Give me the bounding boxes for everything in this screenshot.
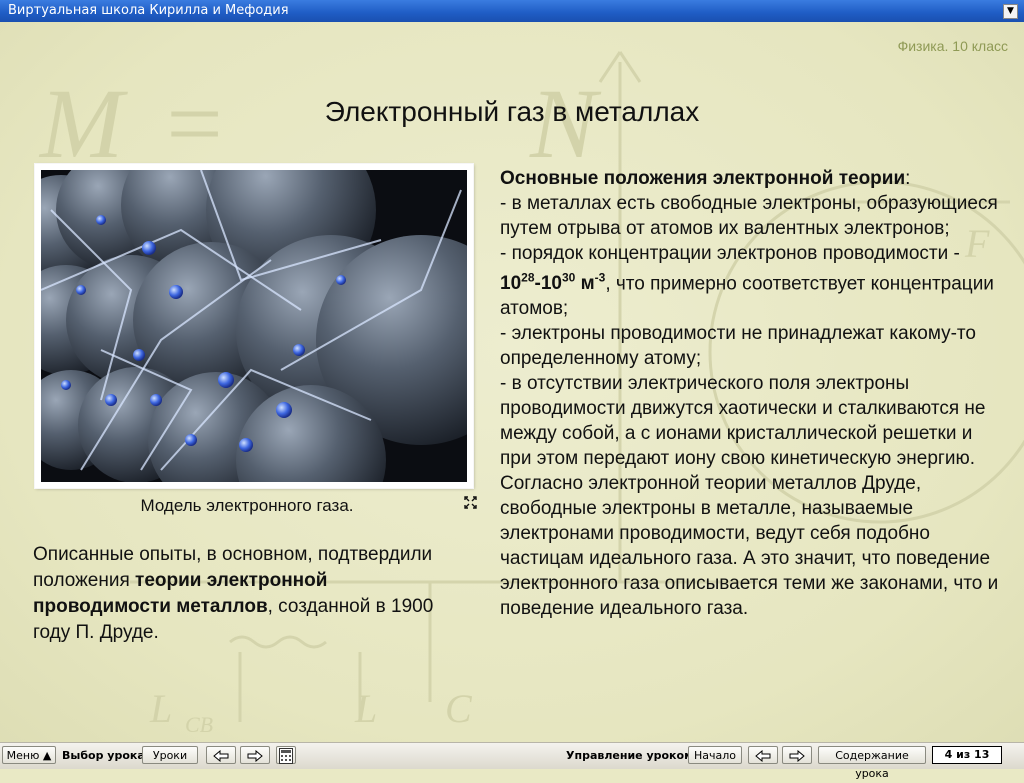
svg-text:CB: CB [185,712,213,737]
intro-paragraph: Описанные опыты, в основном, подтвердили… [33,542,453,646]
prev-page-button[interactable] [748,746,778,764]
electron-gas-illustration [35,164,473,488]
menu-button[interactable]: Меню ▲ [2,746,56,764]
image-caption: Модель электронного газа. [140,496,354,515]
calculator-icon [279,748,293,764]
arrow-right-icon [789,749,805,763]
svg-text:L: L [149,686,172,731]
expand-image-icon[interactable] [464,496,477,509]
prev-lesson-button[interactable] [206,746,236,764]
lesson-select-label: Выбор урока: [62,749,150,762]
lesson-content: M = N F L CB L C Физика. 10 класс Электр… [0,22,1024,742]
next-lesson-button[interactable] [240,746,270,764]
theory-heading-colon: : [905,168,911,189]
theory-heading: Основные положения электронной теории [500,168,906,189]
window-title-bar: Виртуальная школа Кирилла и Мефодия ▼ [0,0,1024,22]
concentration-value: 1028-1030 м-3 [500,271,606,295]
triangle-up-icon: ▲ [42,749,52,762]
menu-label: Меню [6,749,40,762]
lesson-control-label: Управление уроком: [566,749,698,762]
calculator-button[interactable] [276,746,296,764]
arrow-left-icon [213,749,229,763]
lessons-button[interactable]: Уроки [142,746,198,764]
theory-paragraph: Основные положения электронной теории: -… [500,166,1000,621]
window-title: Виртуальная школа Кирилла и Мефодия [8,3,289,18]
grade-label: Физика. 10 класс [897,38,1008,54]
arrow-right-icon [247,749,263,763]
theory-text-2: , что примерно соответствует концентраци… [500,273,999,620]
bottom-toolbar: Меню ▲ Выбор урока: Уроки Управление уро… [0,742,1024,780]
svg-text:C: C [445,686,473,731]
start-button[interactable]: Начало [688,746,742,764]
dropdown-icon[interactable]: ▼ [1003,4,1018,19]
lesson-contents-button[interactable]: Содержание урока [818,746,926,780]
arrow-left-icon [755,749,771,763]
theory-text-1: - в металлах есть свободные электроны, о… [500,193,998,264]
lesson-title: Электронный газ в металлах [324,96,700,127]
svg-text:L: L [354,686,377,731]
page-counter: 4 из 13 [932,746,1002,764]
next-page-button[interactable] [782,746,812,764]
